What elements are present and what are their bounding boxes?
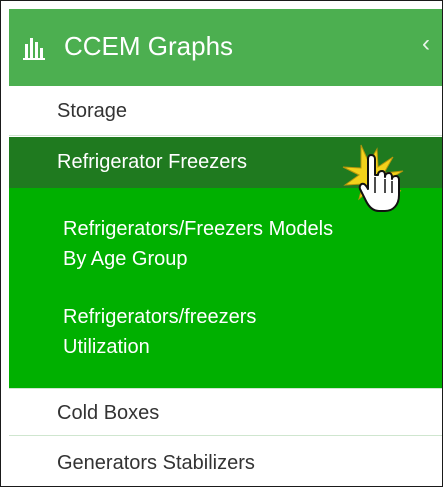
submenu-item-models-by-age[interactable]: Refrigerators/Freezers Models By Age Gro… (63, 214, 438, 284)
submenu-item-models-by-age-line2: By Age Group (63, 248, 188, 270)
click-burst-icon (342, 144, 404, 212)
sidebar-title: CCEM Graphs (64, 31, 234, 61)
menu-item-storage[interactable]: Storage (9, 86, 442, 136)
click-indicator (331, 141, 426, 221)
sidebar-header[interactable]: CCEM Graphs ‹ (9, 9, 442, 86)
submenu-item-utilization-line1: Refrigerators/freezers (63, 306, 257, 328)
submenu-item-utilization-line2: Utilization (63, 336, 150, 358)
menu-item-cold-boxes[interactable]: Cold Boxes (9, 388, 442, 436)
bar-chart-icon (23, 36, 47, 60)
collapse-chevron-icon[interactable]: ‹ (422, 29, 430, 59)
menu-item-generators-stabilizers[interactable]: Generators Stabilizers (9, 437, 442, 486)
submenu-item-utilization[interactable]: Refrigerators/freezers Utilization (63, 302, 438, 372)
sidebar-frame: CCEM Graphs ‹ Storage Refrigerator Freez… (0, 0, 443, 487)
